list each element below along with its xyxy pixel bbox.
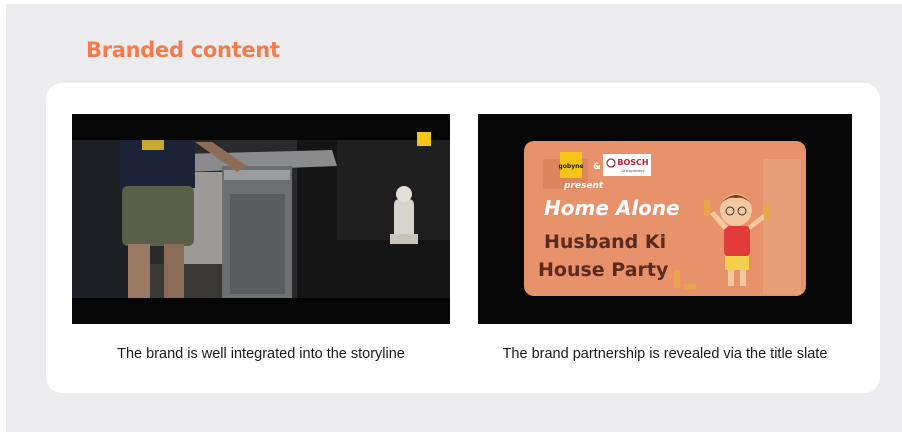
present-text: present: [563, 181, 604, 191]
slide: Branded content gobyne & BOSCH Dishwashe…: [6, 4, 902, 432]
slate-title: Home Alone: [544, 196, 680, 220]
storyline-caption: The brand is well integrated into the st…: [117, 346, 405, 362]
gobyne-logo-icon: [417, 132, 431, 146]
slate-subtitle-line1: Husband Ki: [544, 231, 666, 253]
examples-card: gobyne & BOSCH Dishwashers present Home …: [46, 83, 880, 393]
slide-heading: Branded content: [86, 38, 280, 62]
bosch-logo-subtext: Dishwashers: [622, 168, 645, 173]
ampersand-text: &: [593, 162, 601, 172]
title-slate-caption: The brand partnership is revealed via th…: [502, 346, 828, 362]
bosch-logo-text: BOSCH: [617, 158, 648, 167]
gobyne-logo-text: gobyne: [559, 163, 584, 170]
slate-subtitle-line2: House Party: [538, 259, 669, 281]
title-slate-thumbnail: gobyne & BOSCH Dishwashers present Home …: [478, 114, 852, 324]
storyline-thumbnail: [72, 114, 450, 324]
